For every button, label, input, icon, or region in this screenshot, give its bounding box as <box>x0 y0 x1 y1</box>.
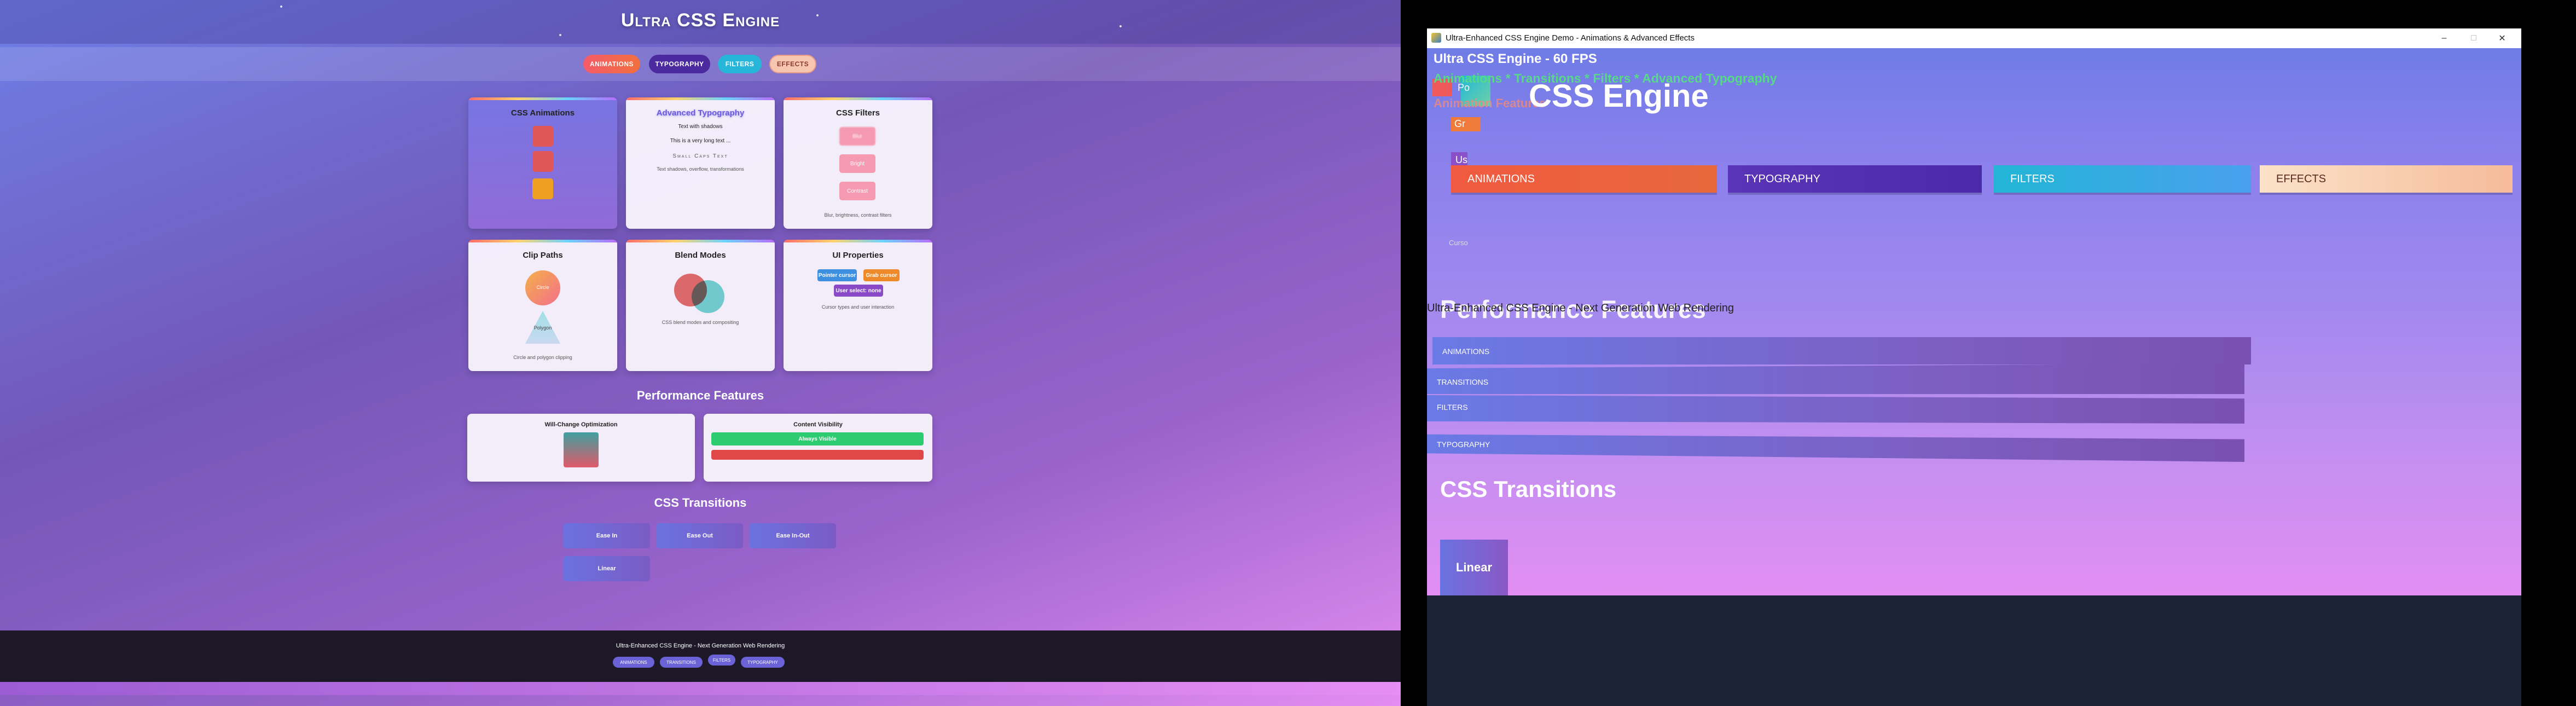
strip-label: TYPOGRAPHY <box>1437 440 1490 449</box>
footer-badge: TYPOGRAPHY <box>741 657 785 668</box>
card-title: Will-Change Optimization <box>544 421 618 428</box>
grab-cursor-button[interactable]: Grab cursor <box>863 269 900 281</box>
card-title: CSS Animations <box>510 108 575 118</box>
render-canvas: Po Gr Us Curso Ultra CSS Engine - 60 FPS… <box>1427 48 2521 595</box>
filter-contrast-box: Contrast <box>839 182 875 200</box>
transitions-heading: CSS Transitions <box>654 496 747 510</box>
maximize-button[interactable]: □ <box>2465 31 2482 46</box>
strip-filters: FILTERS <box>1427 395 2244 424</box>
linear-transition-box[interactable]: Linear <box>1440 540 1508 595</box>
filter-bright-box: Bright <box>839 154 875 173</box>
performance-heading: Performance Features <box>636 389 764 402</box>
strip-label: FILTERS <box>1437 403 1468 412</box>
card-accent-bar <box>784 97 932 100</box>
animated-box <box>532 151 553 172</box>
strip-label: TRANSITIONS <box>1437 378 1489 386</box>
card-accent-bar <box>468 240 617 242</box>
hidden-content-bar <box>711 450 924 460</box>
fragment-gr: Gr <box>1454 118 1465 129</box>
card-content-visibility: Content Visibility Always Visible <box>704 414 932 482</box>
clip-polygon-label: Polygon <box>533 325 552 331</box>
footer-badge: TRANSITIONS <box>660 657 703 668</box>
reference-page: Ultra CSS Engine ANIMATIONS TYPOGRAPHY F… <box>0 0 1401 706</box>
card-will-change: Will-Change Optimization <box>467 414 695 482</box>
strip-label: ANIMATIONS <box>1442 347 1490 356</box>
card-accent-bar <box>784 240 932 242</box>
bottom-gradient-strip <box>0 682 1401 695</box>
card-blend-modes: Blend Modes CSS blend modes and composit… <box>626 240 775 371</box>
card-accent-bar <box>626 240 775 242</box>
clip-circle-label: Circle <box>536 285 549 290</box>
typo-line: Text with shadows <box>678 124 723 130</box>
footer-badge: FILTERS <box>708 655 735 666</box>
tab-typography[interactable]: TYPOGRAPHY <box>1728 165 1982 193</box>
strip-animations: ANIMATIONS <box>1432 337 2251 364</box>
window-titlebar[interactable]: Ultra-Enhanced CSS Engine Demo - Animati… <box>1427 28 2521 48</box>
card-caption: Circle and polygon clipping <box>513 355 572 360</box>
nav-effects[interactable]: EFFECTS <box>769 55 816 73</box>
sparkle-icon <box>280 5 282 8</box>
card-accent-bar <box>626 97 775 100</box>
user-select-button[interactable]: User select: none <box>834 285 883 297</box>
card-caption: Blur, brightness, contrast filters <box>824 212 892 218</box>
python-app-icon <box>1431 33 1441 43</box>
transitions-heading: CSS Transitions <box>1440 476 1617 502</box>
minimize-button[interactable]: – <box>2436 31 2452 46</box>
will-change-box <box>564 432 599 467</box>
sparkle-icon <box>559 34 561 36</box>
typo-line: Small Caps Text <box>672 153 728 159</box>
fragment-us: Us <box>1455 154 1467 165</box>
card-title: Blend Modes <box>675 251 726 260</box>
strip-typography: TYPOGRAPHY <box>1427 434 2244 462</box>
fps-label: Ultra CSS Engine - 60 FPS <box>1434 51 1597 66</box>
footer-text-overlay: Ultra-Enhanced CSS Engine - Next Generat… <box>1427 302 1734 314</box>
card-typography: Advanced Typography Text with shadows Th… <box>626 97 775 229</box>
card-caption: Cursor types and user interaction <box>821 304 895 310</box>
blend-circle-teal <box>692 280 724 313</box>
always-visible-bar: Always Visible <box>711 432 924 445</box>
card-filters: CSS Filters Blur Bright Contrast Blur, b… <box>784 97 932 229</box>
card-title: UI Properties <box>832 251 884 260</box>
nav-animations[interactable]: ANIMATIONS <box>583 55 640 73</box>
engine-window: Ultra-Enhanced CSS Engine Demo - Animati… <box>1427 28 2521 706</box>
animated-box <box>532 178 553 199</box>
card-caption: CSS blend modes and compositing <box>662 320 739 325</box>
card-animations: CSS Animations <box>468 97 617 229</box>
filter-blur-box: Blur <box>839 127 875 146</box>
strip-transitions: TRANSITIONS <box>1427 363 2244 394</box>
ease-out-button[interactable]: Ease Out <box>657 523 743 548</box>
card-title: Clip Paths <box>523 251 563 260</box>
card-title: Content Visibility <box>793 421 843 428</box>
close-button[interactable]: ✕ <box>2494 31 2510 46</box>
page-footer: Ultra-Enhanced CSS Engine - Next Generat… <box>0 630 1401 682</box>
card-clip-paths: Clip Paths Circle Polygon Circle and pol… <box>468 240 617 371</box>
css-engine-heading: CSS Engine <box>1529 78 1709 114</box>
card-accent-bar <box>468 97 617 100</box>
linear-button[interactable]: Linear <box>564 556 650 581</box>
tab-filters[interactable]: FILTERS <box>1994 165 2251 193</box>
tab-animations[interactable]: ANIMATIONS <box>1451 165 1717 193</box>
nav-typography[interactable]: TYPOGRAPHY <box>649 55 710 73</box>
card-title: CSS Filters <box>836 108 880 118</box>
page-title: Ultra CSS Engine <box>620 10 780 31</box>
ease-in-button[interactable]: Ease In <box>564 523 650 548</box>
nav-filters[interactable]: FILTERS <box>718 55 762 73</box>
typo-line: Text shadows, overflow, transformations <box>657 166 744 172</box>
window-title: Ultra-Enhanced CSS Engine Demo - Animati… <box>1446 33 1695 43</box>
tab-effects[interactable]: EFFECTS <box>2260 165 2513 193</box>
card-ui-properties: UI Properties Pointer cursor Grab cursor… <box>784 240 932 371</box>
ease-in-out-button[interactable]: Ease In-Out <box>750 523 836 548</box>
typo-line: This is a very long text ... <box>670 138 731 144</box>
animated-box <box>532 126 553 147</box>
footer-badge: ANIMATIONS <box>613 657 654 668</box>
card-title: Advanced Typography <box>656 108 745 118</box>
pointer-cursor-button[interactable]: Pointer cursor <box>817 269 857 281</box>
footer-text: Ultra-Enhanced CSS Engine - Next Generat… <box>616 643 785 649</box>
fragment-curso: Curso <box>1449 239 1468 247</box>
